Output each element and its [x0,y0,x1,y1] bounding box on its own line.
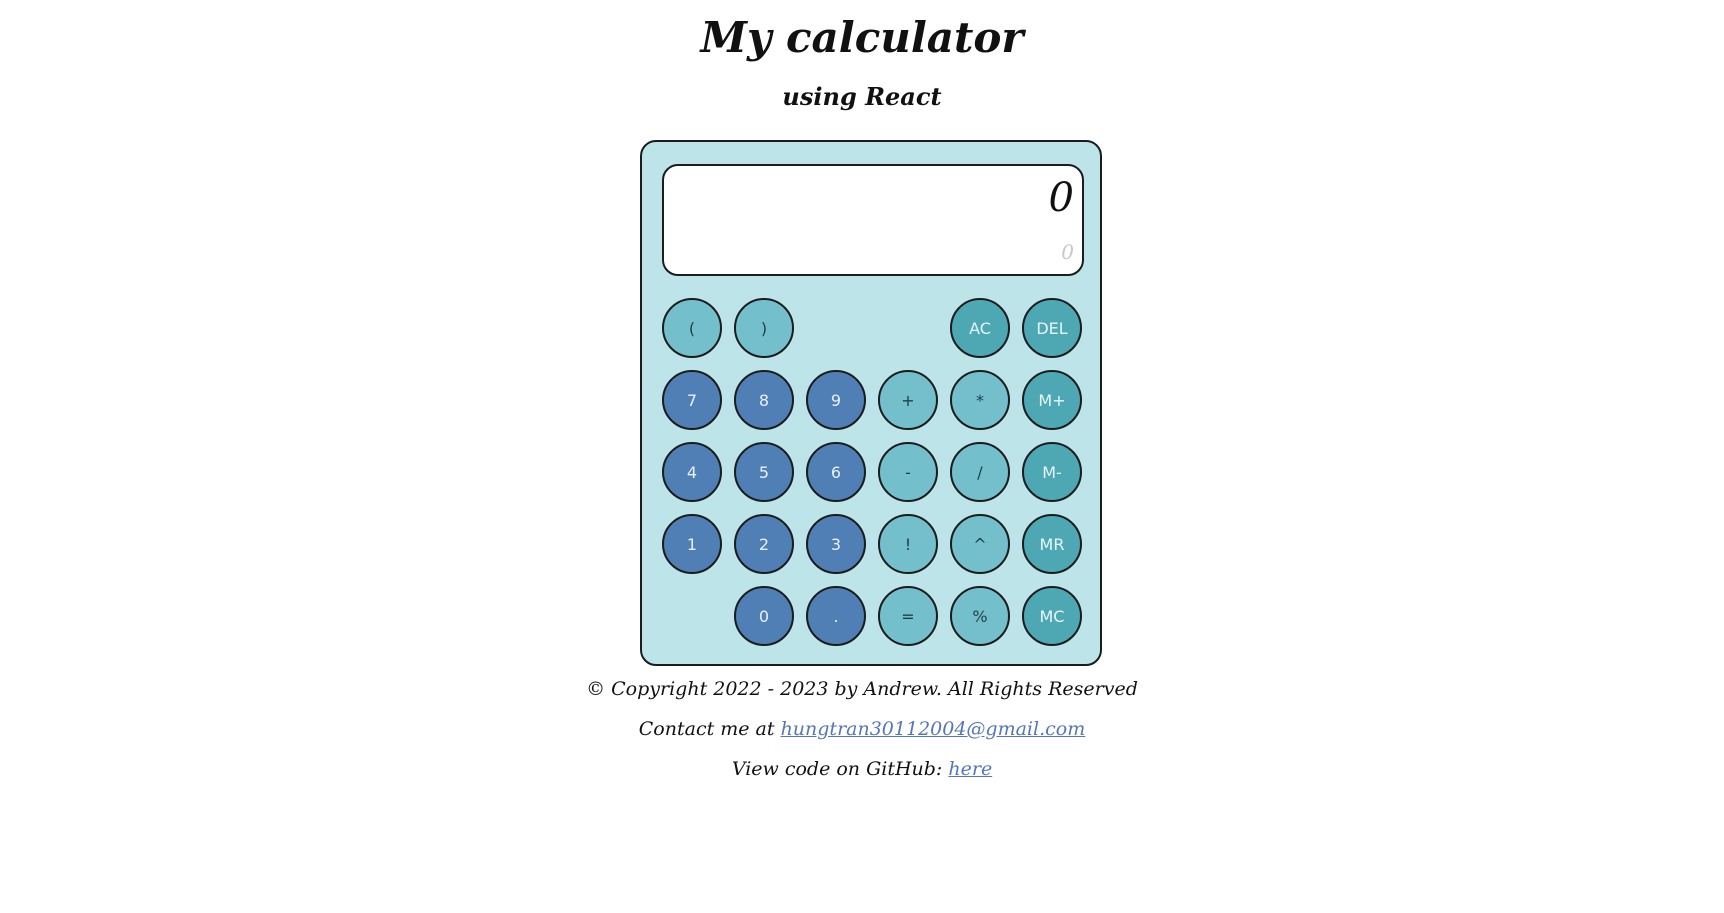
digit-2-button[interactable]: 2 [734,514,794,574]
github-link[interactable]: here [948,758,992,780]
contact-line: Contact me at hungtran30112004@gmail.com [0,716,1724,742]
contact-label: Contact me at [638,718,781,740]
digit-1-button[interactable]: 1 [662,514,722,574]
memory-subtract-button[interactable]: M- [1022,442,1082,502]
github-label: View code on GitHub: [731,758,949,780]
minus-button[interactable]: - [878,442,938,502]
display-result: 0 [1048,175,1074,221]
page-subtitle: using React [782,82,942,111]
digit-9-button[interactable]: 9 [806,370,866,430]
decimal-point-button[interactable]: . [806,586,866,646]
open-paren-button[interactable]: ( [662,298,722,358]
digit-0-button[interactable]: 0 [734,586,794,646]
divide-button[interactable]: / [950,442,1010,502]
digit-6-button[interactable]: 6 [806,442,866,502]
delete-button[interactable]: DEL [1022,298,1082,358]
plus-button[interactable]: + [878,370,938,430]
digit-5-button[interactable]: 5 [734,442,794,502]
factorial-button[interactable]: ! [878,514,938,574]
display-expression: 0 [1061,240,1074,264]
equals-button[interactable]: = [878,586,938,646]
all-clear-button[interactable]: AC [950,298,1010,358]
multiply-button[interactable]: * [950,370,1010,430]
digit-8-button[interactable]: 8 [734,370,794,430]
digit-3-button[interactable]: 3 [806,514,866,574]
digit-7-button[interactable]: 7 [662,370,722,430]
calculator-display: 0 0 [662,164,1084,276]
close-paren-button[interactable]: ) [734,298,794,358]
power-button[interactable]: ^ [950,514,1010,574]
page-title: My calculator [700,13,1024,62]
memory-recall-button[interactable]: MR [1022,514,1082,574]
percent-button[interactable]: % [950,586,1010,646]
memory-add-button[interactable]: M+ [1022,370,1082,430]
contact-email-link[interactable]: hungtran30112004@gmail.com [781,718,1086,740]
calculator: 0 0 ( ) AC DEL 7 8 9 + * M+ 4 5 6 - / M-… [640,140,1102,666]
github-line: View code on GitHub: here [0,756,1724,782]
page: My calculator using React 0 0 ( ) AC DEL… [0,0,1724,913]
copyright-text: © Copyright 2022 - 2023 by Andrew. All R… [586,678,1138,700]
digit-4-button[interactable]: 4 [662,442,722,502]
memory-clear-button[interactable]: MC [1022,586,1082,646]
